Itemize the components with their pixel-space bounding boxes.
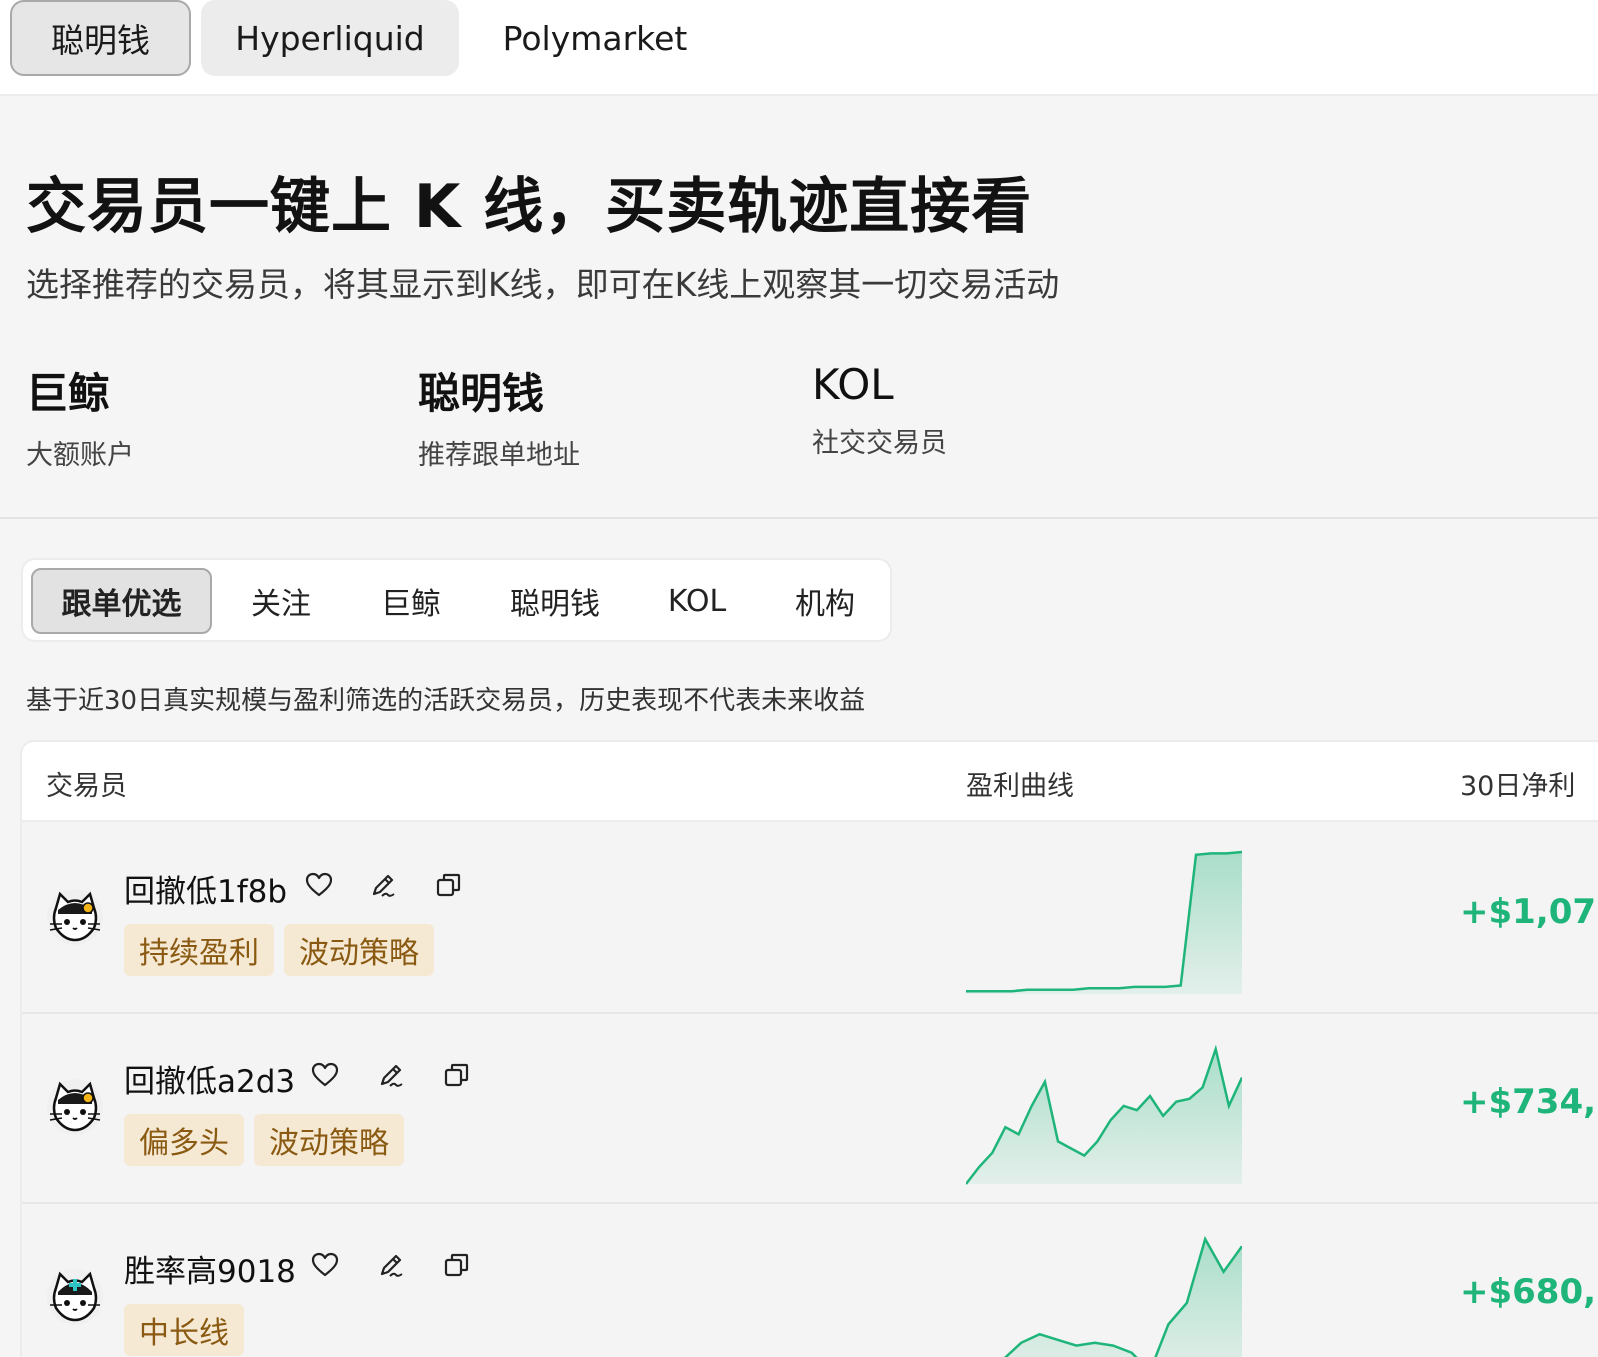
curve-area	[966, 1049, 1242, 1184]
tab-smart-money[interactable]: 聪明钱	[10, 0, 191, 76]
category-title: 聪明钱	[418, 369, 545, 418]
edit-icon[interactable]	[368, 870, 398, 900]
heart-icon[interactable]	[304, 870, 334, 900]
filter-tab-smart-money[interactable]: 聪明钱	[491, 568, 619, 634]
strategy-tag: 中长线	[124, 1304, 244, 1356]
header-pnl30: 30日净利	[1460, 771, 1576, 802]
trader-name: 回撤低1f8b	[124, 874, 288, 910]
heart-icon[interactable]	[310, 1250, 340, 1280]
trader-name: 回撤低a2d3	[124, 1064, 296, 1100]
strategy-tag: 偏多头	[124, 1114, 244, 1166]
cat-avatar-icon	[46, 1268, 104, 1326]
filter-tab-whale[interactable]: 巨鲸	[361, 568, 461, 634]
disclaimer-note: 基于近30日真实规模与盈利筛选的活跃交易员，历史表现不代表未来收益	[26, 686, 866, 716]
pnl-value: +$734,	[1460, 1082, 1597, 1122]
category-whale[interactable]: 巨鲸 大额账户	[26, 360, 134, 472]
category-title: KOL	[812, 360, 894, 409]
curve-area	[966, 852, 1242, 994]
page-title: 交易员一键上 K 线，买卖轨迹直接看	[26, 172, 1033, 242]
profit-curve	[966, 850, 1242, 994]
category-subtitle: 社交交易员	[812, 428, 947, 459]
category-smart-money[interactable]: 聪明钱 推荐跟单地址	[418, 360, 580, 472]
copy-icon[interactable]	[442, 1060, 472, 1090]
category-subtitle: 大额账户	[26, 440, 134, 471]
tag-list: 持续盈利 波动策略	[124, 924, 434, 976]
edit-icon[interactable]	[376, 1250, 406, 1280]
copy-icon[interactable]	[442, 1250, 472, 1280]
strategy-tag: 持续盈利	[124, 924, 274, 976]
filter-tab-institution[interactable]: 机构	[775, 568, 875, 634]
filter-tab-kol[interactable]: KOL	[647, 568, 747, 634]
copy-icon[interactable]	[434, 870, 464, 900]
pnl-value: +$1,07	[1460, 892, 1597, 932]
filter-tab-featured[interactable]: 跟单优选	[31, 568, 212, 634]
table-header: 交易员 盈利曲线 30日净利	[22, 742, 1598, 822]
category-subtitle: 推荐跟单地址	[418, 440, 580, 471]
table-row[interactable]: 回撤低1f8b 持续盈利 波动策略 +$1,07	[22, 824, 1598, 1014]
trader-table: 交易员 盈利曲线 30日净利 回撤低1f8b 持续盈利 波动策略 +$1,07 …	[20, 740, 1598, 1357]
section-divider	[0, 517, 1598, 519]
tab-polymarket[interactable]: Polymarket	[480, 0, 710, 76]
cat-avatar-icon	[46, 1078, 104, 1136]
page-subtitle: 选择推荐的交易员，将其显示到K线，即可在K线上观察其一切交易活动	[26, 265, 1060, 304]
heart-icon[interactable]	[310, 1060, 340, 1090]
table-row[interactable]: 回撤低a2d3 偏多头 波动策略 +$734,	[22, 1014, 1598, 1204]
category-kol[interactable]: KOL 社交交易员	[812, 360, 947, 460]
header-curve: 盈利曲线	[966, 771, 1074, 802]
category-title: 巨鲸	[26, 369, 111, 418]
filter-tab-bar: 跟单优选 关注 巨鲸 聪明钱 KOL 机构	[21, 558, 892, 642]
header-trader: 交易员	[46, 771, 127, 802]
profit-curve	[1003, 1235, 1242, 1357]
tag-list: 偏多头 波动策略	[124, 1114, 404, 1166]
cat-avatar-icon	[46, 888, 104, 946]
pnl-value: +$680,	[1460, 1272, 1597, 1312]
edit-icon[interactable]	[376, 1060, 406, 1090]
profit-curve	[966, 1044, 1242, 1185]
strategy-tag: 波动策略	[284, 924, 434, 976]
tag-list: 中长线	[124, 1304, 244, 1356]
top-tab-bar: 聪明钱 Hyperliquid Polymarket	[0, 0, 1598, 96]
table-row[interactable]: 胜率高9018 中长线 +$680,	[22, 1204, 1598, 1357]
strategy-tag: 波动策略	[254, 1114, 404, 1166]
trader-name: 胜率高9018	[124, 1254, 296, 1290]
tab-hyperliquid[interactable]: Hyperliquid	[201, 0, 459, 76]
filter-tab-following[interactable]: 关注	[231, 568, 331, 634]
